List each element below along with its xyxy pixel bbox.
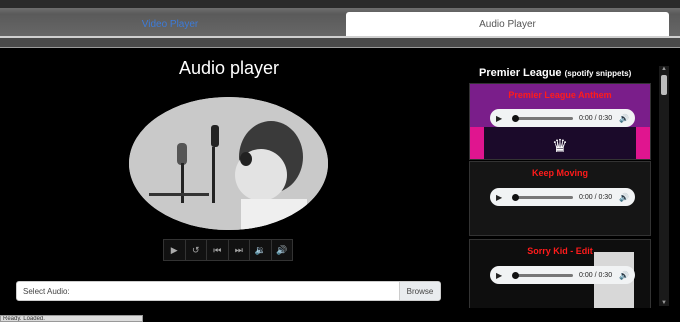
song-title: Premier League Anthem [508, 90, 612, 100]
progress-track[interactable] [512, 271, 573, 279]
song-time: 0:00 / 0:30 [579, 271, 613, 279]
song-card: ♛ Premier League Anthem ▶ 0:00 / 0:30 🔊 [469, 83, 651, 160]
playlist-heading-title: Premier League [479, 67, 562, 79]
tab-lower-band [0, 38, 680, 48]
scroll-thumb[interactable] [661, 75, 667, 95]
progress-handle[interactable] [512, 114, 519, 122]
skip-back-icon[interactable]: ⏮ [207, 240, 229, 260]
progress-track[interactable] [512, 193, 573, 201]
song-time: 0:00 / 0:30 [579, 114, 613, 122]
volume-icon[interactable]: 🔊 [619, 193, 629, 202]
play-icon[interactable]: ▶ [496, 193, 508, 202]
playlist-heading-suffix: (spotify snippets) [564, 69, 632, 78]
lion-crown-icon: ♛ [551, 136, 569, 156]
play-icon[interactable]: ▶ [164, 240, 186, 260]
progress-handle[interactable] [512, 271, 519, 279]
song-player[interactable]: ▶ 0:00 / 0:30 🔊 [490, 188, 635, 206]
replay-icon[interactable]: ↺ [186, 240, 207, 260]
song-player[interactable]: ▶ 0:00 / 0:30 🔊 [490, 266, 635, 284]
progress-track[interactable] [512, 114, 573, 122]
playlist-heading: Premier League (spotify snippets) [479, 67, 631, 79]
microphone-photo [129, 97, 328, 230]
volume-up-icon[interactable]: 🔊 [272, 240, 293, 260]
tab-audio-player[interactable]: Audio Player [346, 12, 669, 36]
sidebar-scrollbar[interactable]: ▲ ▼ [659, 66, 669, 306]
play-icon[interactable]: ▶ [496, 271, 508, 280]
skip-forward-icon[interactable]: ⏭ [229, 240, 250, 260]
playlist-sidebar: Premier League (spotify snippets) ♛ Prem… [469, 62, 659, 308]
title-strip [0, 0, 680, 8]
card-art-right [636, 127, 650, 159]
song-time: 0:00 / 0:30 [579, 193, 613, 201]
volume-down-icon[interactable]: 🔉 [250, 240, 272, 260]
file-input-label[interactable]: Select Audio: [17, 282, 399, 300]
song-title: Sorry Kid - Edit [527, 246, 593, 256]
page-title: Audio player [178, 58, 280, 78]
progress-handle[interactable] [512, 193, 519, 201]
play-icon[interactable]: ▶ [496, 114, 508, 123]
audio-file-input[interactable]: Select Audio: Browse [16, 281, 441, 301]
scroll-up-icon[interactable]: ▲ [659, 66, 669, 72]
song-card: Sorry Kid - Edit ▶ 0:00 / 0:30 🔊 [469, 239, 651, 308]
browse-button[interactable]: Browse [399, 282, 440, 300]
status-bar: Ready. Loaded. [0, 315, 143, 322]
card-art-left [470, 127, 484, 159]
tab-video-player[interactable]: Video Player [0, 12, 340, 36]
scroll-down-icon[interactable]: ▼ [659, 300, 669, 306]
song-card: Keep Moving ▶ 0:00 / 0:30 🔊 [469, 161, 651, 236]
audio-controls: ▶ ↺ ⏮ ⏭ 🔉 🔊 [163, 239, 293, 261]
top-tab-bar: Video Player Audio Player [0, 0, 680, 48]
microphone-photo-art [129, 97, 328, 230]
volume-icon[interactable]: 🔊 [619, 271, 629, 280]
song-title: Keep Moving [531, 168, 588, 178]
song-player[interactable]: ▶ 0:00 / 0:30 🔊 [490, 109, 635, 127]
volume-icon[interactable]: 🔊 [619, 114, 629, 123]
